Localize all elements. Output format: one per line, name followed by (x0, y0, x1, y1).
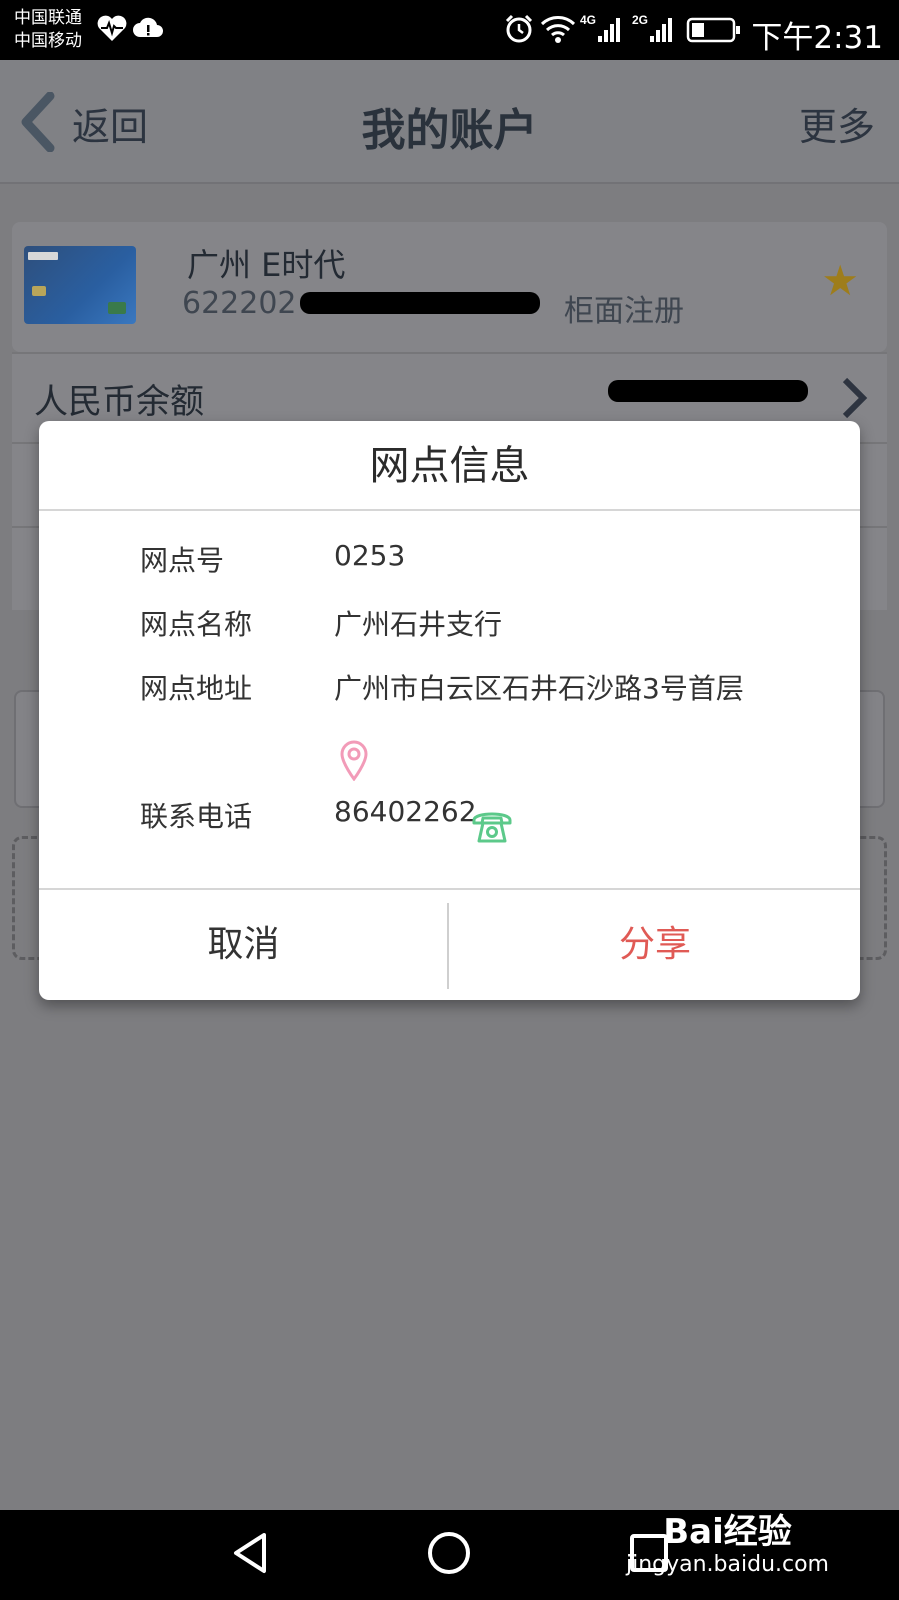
app-header: 返回 我的账户 更多 (0, 60, 899, 184)
telephone-icon[interactable] (471, 807, 513, 849)
triangle-back-icon (228, 1531, 272, 1579)
back-nav-button[interactable] (205, 1510, 295, 1600)
phone-label: 联系电话 (140, 800, 253, 833)
battery-icon (686, 16, 742, 48)
watermark-brand: Bai经验 (663, 1512, 792, 1552)
carrier-1: 中国联通 (14, 8, 82, 28)
clock: 下午2:31 (751, 20, 883, 56)
svg-text:4G: 4G (580, 13, 596, 27)
svg-text:2G: 2G (632, 13, 648, 27)
branch-number-label: 网点号 (140, 544, 225, 577)
balance-label: 人民币余额 (34, 382, 204, 422)
registration-type: 柜面注册 (564, 294, 684, 329)
redaction-mark (300, 292, 540, 314)
redaction-mark (608, 380, 808, 402)
carrier-2: 中国移动 (14, 31, 82, 51)
signal-icon-4g: 4G (580, 10, 628, 50)
cloud-icon (132, 13, 164, 47)
branch-address-value: 广州市白云区石井石沙路3号首层 (334, 672, 744, 705)
circle-home-icon (426, 1530, 472, 1580)
branch-address-label: 网点地址 (140, 672, 253, 705)
carrier-info: 中国联通 中国移动 (14, 7, 82, 53)
more-button[interactable]: 更多 (799, 96, 875, 151)
watermark-url: jingyan.baidu.com (625, 1552, 829, 1577)
map-pin-icon[interactable] (339, 739, 369, 785)
alarm-icon (503, 13, 535, 49)
branch-name-value: 广州石井支行 (334, 608, 503, 641)
branch-number-value: 0253 (334, 539, 406, 572)
branch-info-dialog: 网点信息 网点号 0253 网点名称 广州石井支行 网点地址 广州市白云区石井石… (39, 421, 860, 1000)
dialog-title: 网点信息 (39, 421, 860, 511)
account-name: 广州 E时代 (187, 246, 346, 284)
phone-value: 86402262 (334, 795, 477, 828)
branch-name-label: 网点名称 (140, 608, 253, 641)
signal-icon-2g: 2G (632, 10, 680, 50)
baidu-watermark: Bai经验 jingyan.baidu.com (626, 1512, 829, 1578)
account-number: 622202 (182, 286, 297, 321)
cancel-button[interactable]: 取消 (39, 890, 448, 1000)
status-bar: 中国联通 中国移动 4G 2G 下午2:31 (0, 0, 899, 60)
bank-card-image (24, 246, 136, 324)
account-card[interactable]: 广州 E时代 622202 柜面注册 ★ (12, 222, 887, 352)
wifi-icon (540, 13, 576, 49)
home-nav-button[interactable] (404, 1510, 494, 1600)
heartbeat-icon (96, 13, 128, 47)
chevron-right-icon (839, 376, 869, 424)
favorite-star-icon[interactable]: ★ (821, 260, 859, 302)
share-button[interactable]: 分享 (450, 890, 860, 1000)
page-title: 我的账户 (361, 105, 538, 156)
button-separator (447, 903, 449, 989)
